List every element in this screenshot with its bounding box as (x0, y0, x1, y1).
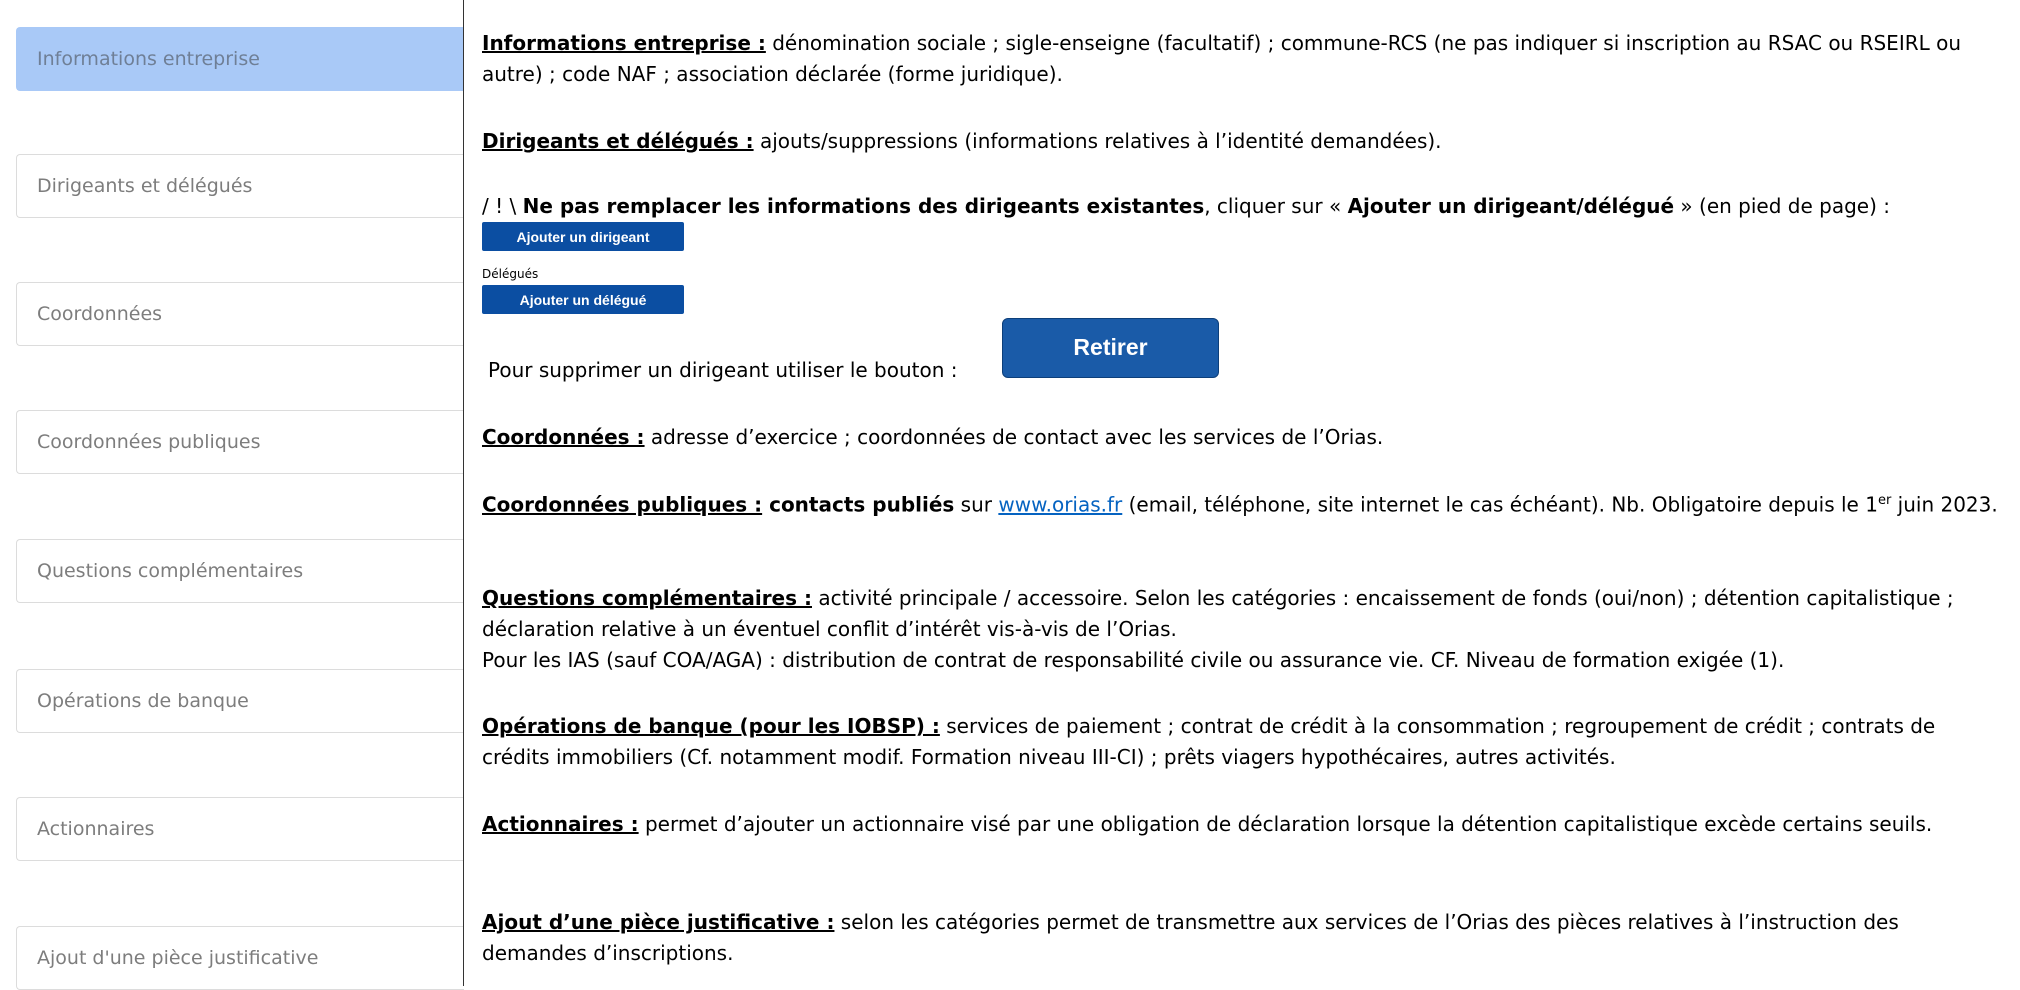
sidebar-item-piece-justificative[interactable]: Ajout d'une pièce justificative (16, 926, 464, 990)
section-dirigeants: Dirigeants et délégués : ajouts/suppress… (482, 126, 2007, 157)
section-piece-justificative: Ajout d’une pièce justificative : selon … (482, 907, 2007, 969)
sidebar-item-actionnaires[interactable]: Actionnaires (16, 797, 464, 861)
remove-button[interactable]: Retirer (1002, 318, 1219, 378)
section-text: permet d’ajouter un actionnaire visé par… (638, 812, 1933, 836)
sidebar-item-operations-banque[interactable]: Opérations de banque (16, 669, 464, 733)
warning-text: , cliquer sur « (1204, 194, 1348, 218)
sidebar-item-coordonnees-publiques[interactable]: Coordonnées publiques (16, 410, 464, 474)
section-text-ias: Pour les IAS (sauf COA/AGA) : distributi… (482, 648, 1785, 672)
warning-bold-action: Ajouter un dirigeant/délégué (1347, 194, 1675, 218)
section-banque: Opérations de banque (pour les IOBSP) : … (482, 711, 2007, 773)
section-title: Dirigeants et délégués : (482, 129, 754, 153)
section-text: adresse d’exercice ; coordonnées de cont… (644, 425, 1384, 449)
orias-link[interactable]: www.orias.fr (998, 493, 1122, 517)
superscript: er (1877, 493, 1892, 508)
section-title: Coordonnées publiques : (482, 492, 763, 517)
sidebar-item-informations-entreprise[interactable]: Informations entreprise (16, 27, 464, 91)
warning-bold: Ne pas remplacer les informations des di… (522, 194, 1205, 218)
section-bold: contacts publiés (762, 492, 955, 517)
section-coordonnees: Coordonnées : adresse d’exercice ; coord… (482, 422, 2007, 453)
section-text: juin 2023. (1891, 492, 1998, 517)
section-title: Actionnaires : (482, 812, 639, 836)
sidebar-item-coordonnees[interactable]: Coordonnées (16, 282, 464, 346)
section-text: (email, téléphone, site internet le cas … (1122, 492, 1878, 517)
section-title: Opérations de banque (pour les IOBSP) : (482, 714, 940, 738)
section-title: Coordonnées : (482, 425, 645, 449)
section-title: Questions complémentaires : (482, 586, 812, 610)
section-text: ajouts/suppressions (informations relati… (753, 129, 1442, 153)
section-informations: Informations entreprise : dénomination s… (482, 28, 2007, 90)
warning-icon: / ! \ (482, 194, 523, 218)
warning-note: / ! \ Ne pas remplacer les informations … (482, 191, 2007, 222)
warning-suffix: » (en pied de page) : (1674, 194, 1890, 218)
delegues-label: Délégués (482, 267, 539, 281)
add-dirigeant-button[interactable]: Ajouter un dirigeant (482, 222, 684, 251)
remove-instruction: Pour supprimer un dirigeant utiliser le … (488, 358, 958, 382)
sidebar-item-dirigeants[interactable]: Dirigeants et délégués (16, 154, 464, 218)
section-title: Ajout d’une pièce justificative : (482, 910, 835, 934)
section-text: sur (954, 492, 999, 517)
section-questions: Questions complémentaires : activité pri… (482, 583, 2007, 676)
sidebar-item-questions[interactable]: Questions complémentaires (16, 539, 464, 603)
section-title: Informations entreprise : (482, 31, 766, 55)
help-panel: Informations entreprise : dénomination s… (463, 0, 2020, 986)
add-delegue-button[interactable]: Ajouter un délégué (482, 285, 684, 314)
section-actionnaires: Actionnaires : permet d’ajouter un actio… (482, 809, 2007, 840)
sidebar-nav: Informations entreprise Dirigeants et dé… (0, 0, 464, 990)
section-coordonnees-publiques: Coordonnées publiques : contacts publiés… (482, 485, 2007, 521)
